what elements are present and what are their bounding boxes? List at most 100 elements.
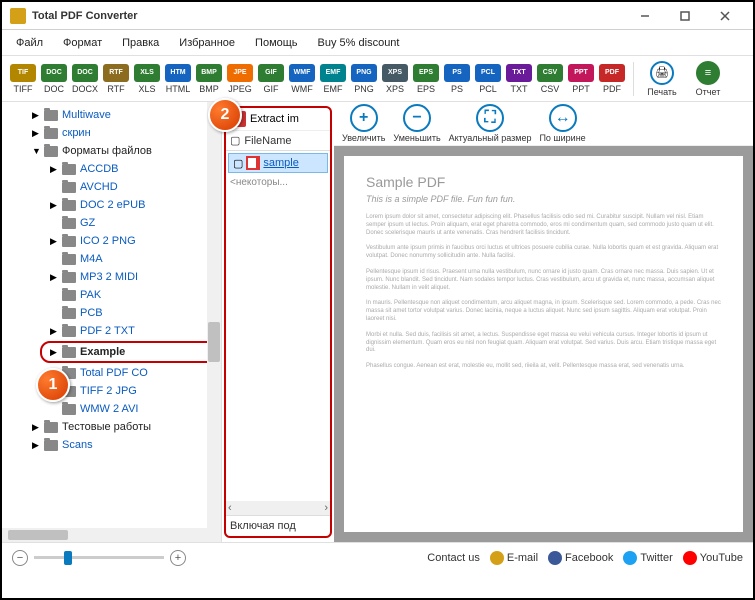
folder-icon — [62, 164, 76, 175]
file-name: sample — [263, 157, 298, 169]
menu--[interactable]: Формат — [55, 34, 110, 52]
eps-icon: EPS — [413, 64, 439, 82]
gif-icon: GIF — [258, 64, 284, 82]
folder-icon — [62, 272, 76, 283]
tree-item-m4a[interactable]: M4A — [10, 250, 221, 268]
format-pcl-button[interactable]: PCLPCL — [473, 64, 503, 94]
emf-icon: EMF — [320, 64, 346, 82]
tree-item-pak[interactable]: PAK — [10, 286, 221, 304]
pdf-file-icon — [246, 156, 260, 170]
folder-icon — [62, 182, 76, 193]
fit-width-button[interactable]: ↔По ширине — [539, 104, 585, 143]
include-subfolders[interactable]: Включая под — [226, 515, 330, 536]
pcl-icon: PCL — [475, 64, 501, 82]
facebook-link[interactable]: Facebook — [548, 551, 613, 565]
maximize-button[interactable] — [665, 4, 705, 28]
sidebar-vscroll[interactable] — [207, 102, 221, 542]
titlebar: Total PDF Converter — [2, 2, 753, 30]
tree-item-pcb[interactable]: PCB — [10, 304, 221, 322]
format-html-button[interactable]: HTMHTML — [163, 64, 193, 94]
report-button[interactable]: ≡ Отчет — [686, 61, 730, 97]
format-emf-button[interactable]: EMFEMF — [318, 64, 348, 94]
tree-item-accdb[interactable]: ▶ACCDB — [10, 160, 221, 178]
format-png-button[interactable]: PNGPNG — [349, 64, 379, 94]
tree-item-pdf-2-txt[interactable]: ▶PDF 2 TXT — [10, 322, 221, 340]
facebook-icon — [548, 551, 562, 565]
xps-icon: XPS — [382, 64, 408, 82]
contact-link[interactable]: Contact us — [427, 552, 480, 564]
format-gif-button[interactable]: GIFGIF — [256, 64, 286, 94]
pdf-icon: PDF — [599, 64, 625, 82]
minus-icon: − — [403, 104, 431, 132]
menu-buy-5-discount[interactable]: Buy 5% discount — [310, 34, 408, 52]
doc-icon: DOC — [41, 64, 67, 82]
format-bmp-button[interactable]: BMPBMP — [194, 64, 224, 94]
tree-item-scans[interactable]: ▶Scans — [10, 436, 221, 454]
close-button[interactable] — [705, 4, 745, 28]
format-csv-button[interactable]: CSVCSV — [535, 64, 565, 94]
folder-icon — [62, 200, 76, 211]
printer-icon: 🖨 — [650, 61, 674, 85]
format-jpeg-button[interactable]: JPEJPEG — [225, 64, 255, 94]
tree-item-multiwave[interactable]: ▶Multiwave — [10, 106, 221, 124]
pdf-subtitle: This is a simple PDF file. Fun fun fun. — [366, 194, 721, 204]
format-xps-button[interactable]: XPSXPS — [380, 64, 410, 94]
format-ps-button[interactable]: PSPS — [442, 64, 472, 94]
twitter-icon — [623, 551, 637, 565]
zoom-minus-button[interactable]: − — [12, 550, 28, 566]
zoom-plus-button[interactable]: + — [170, 550, 186, 566]
folder-icon — [62, 254, 76, 265]
format-xls-button[interactable]: XLSXLS — [132, 64, 162, 94]
youtube-link[interactable]: YouTube — [683, 551, 743, 565]
twitter-link[interactable]: Twitter — [623, 551, 672, 565]
sidebar-hscroll[interactable] — [2, 528, 207, 542]
tree-item-doc-2-epub[interactable]: ▶DOC 2 ePUB — [10, 196, 221, 214]
format-eps-button[interactable]: EPSEPS — [411, 64, 441, 94]
tree-item--[interactable]: ▶скрин — [10, 124, 221, 142]
zoom-slider[interactable] — [34, 556, 164, 559]
ps-icon: PS — [444, 64, 470, 82]
jpeg-icon: JPE — [227, 64, 253, 82]
fit-width-icon: ↔ — [549, 104, 577, 132]
minimize-button[interactable] — [625, 4, 665, 28]
pdf-title: Sample PDF — [366, 174, 721, 190]
print-button[interactable]: 🖨 Печать — [640, 61, 684, 97]
extract-images-label[interactable]: Extract im — [250, 113, 299, 125]
tree-item--[interactable]: ▶Тестовые работы — [10, 418, 221, 436]
rtf-icon: RTF — [103, 64, 129, 82]
filepane-hscroll[interactable]: ‹› — [226, 501, 330, 515]
ppt-icon: PPT — [568, 64, 594, 82]
format-ppt-button[interactable]: PPTPPT — [566, 64, 596, 94]
menu--[interactable]: Избранное — [171, 34, 243, 52]
menu--[interactable]: Помощь — [247, 34, 306, 52]
tree-item-ico-2-png[interactable]: ▶ICO 2 PNG — [10, 232, 221, 250]
wmf-icon: WMF — [289, 64, 315, 82]
menu--[interactable]: Правка — [114, 34, 167, 52]
format-rtf-button[interactable]: RTFRTF — [101, 64, 131, 94]
tree-item-example[interactable]: ▶Example — [40, 341, 217, 363]
format-tiff-button[interactable]: TIFTIFF — [8, 64, 38, 94]
zoom-in-button[interactable]: +Увеличить — [342, 104, 385, 143]
pdf-preview[interactable]: Sample PDF This is a simple PDF file. Fu… — [334, 146, 753, 542]
tree-item-gz[interactable]: GZ — [10, 214, 221, 232]
filename-column-header[interactable]: FileName — [244, 135, 291, 147]
email-link[interactable]: E-mail — [490, 551, 538, 565]
format-docx-button[interactable]: DOCDOCX — [70, 64, 100, 94]
format-wmf-button[interactable]: WMFWMF — [287, 64, 317, 94]
format-pdf-button[interactable]: PDFPDF — [597, 64, 627, 94]
annotation-1: 1 — [36, 368, 70, 402]
html-icon: HTM — [165, 64, 191, 82]
tree-item-mp3-2-midi[interactable]: ▶MP3 2 MIDI — [10, 268, 221, 286]
format-txt-button[interactable]: TXTTXT — [504, 64, 534, 94]
file-row-sample[interactable]: ▢ sample — [228, 153, 328, 173]
report-icon: ≡ — [696, 61, 720, 85]
tree-item-avchd[interactable]: AVCHD — [10, 178, 221, 196]
tiff-icon: TIF — [10, 64, 36, 82]
folder-icon — [44, 146, 58, 157]
actual-size-button[interactable]: ⛶Актуальный размер — [449, 104, 532, 143]
menu--[interactable]: Файл — [8, 34, 51, 52]
tree-item-wmw-2-avi[interactable]: WMW 2 AVI — [10, 400, 221, 418]
zoom-out-button[interactable]: −Уменьшить — [393, 104, 440, 143]
format-doc-button[interactable]: DOCDOC — [39, 64, 69, 94]
tree-item--[interactable]: ▼Форматы файлов — [10, 142, 221, 160]
